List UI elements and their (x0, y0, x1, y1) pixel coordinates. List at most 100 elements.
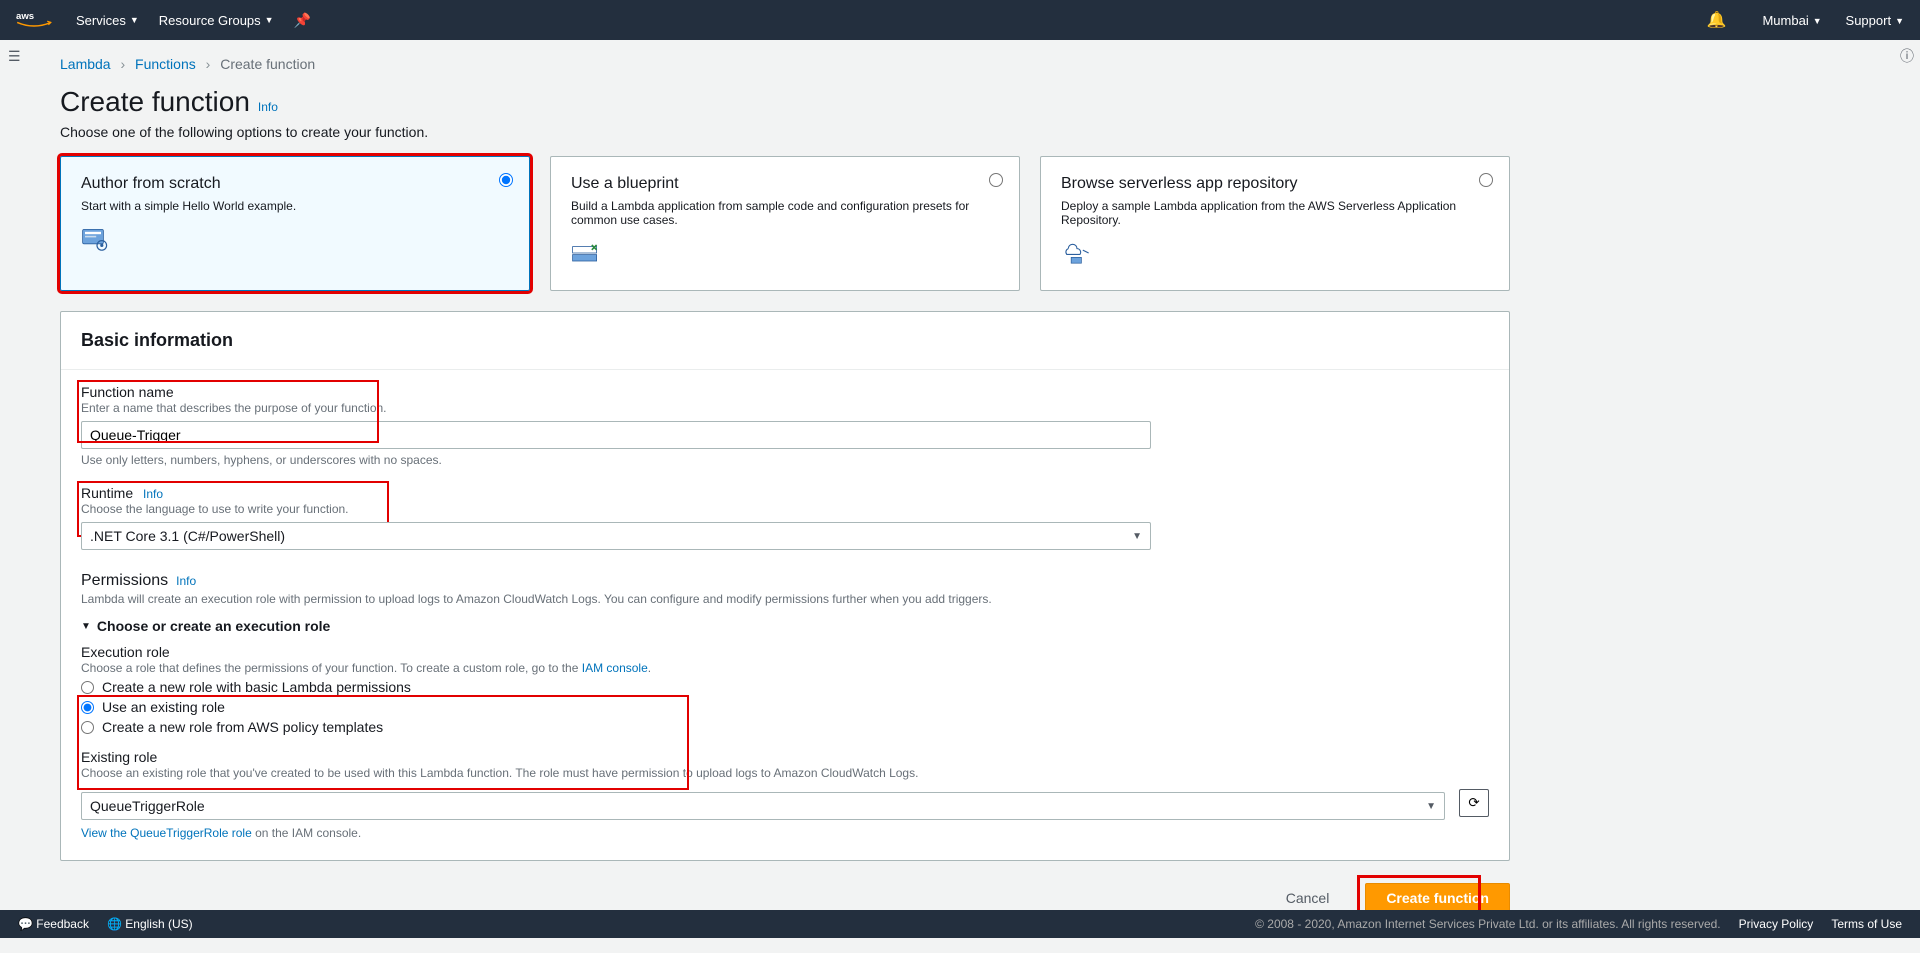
copyright-text: © 2008 - 2020, Amazon Internet Services … (1255, 917, 1721, 931)
chevron-right-icon: › (120, 56, 125, 72)
radio-use-existing[interactable]: Use an existing role (81, 699, 1489, 715)
breadcrumb-lambda[interactable]: Lambda (60, 56, 111, 72)
svg-text:aws: aws (16, 11, 34, 22)
function-name-input[interactable] (81, 421, 1151, 449)
option-author-from-scratch[interactable]: Author from scratch Start with a simple … (60, 156, 530, 291)
existing-role-value: QueueTriggerRole (90, 798, 205, 814)
runtime-label: Runtime Info (81, 485, 1489, 501)
iam-console-link[interactable]: IAM console (582, 661, 648, 675)
aws-logo[interactable]: aws (16, 9, 52, 31)
nav-region-label: Mumbai (1762, 13, 1808, 28)
help-info-icon[interactable]: ⓘ (1900, 46, 1914, 66)
option-desc: Deploy a sample Lambda application from … (1061, 199, 1489, 227)
chevron-right-icon: › (206, 56, 211, 72)
author-scratch-icon (81, 225, 113, 253)
blueprint-icon (571, 239, 603, 267)
radio-create-template-input[interactable] (81, 721, 94, 734)
refresh-roles-button[interactable]: ⟳ (1459, 789, 1489, 817)
function-name-group: Function name Enter a name that describe… (81, 384, 1489, 467)
runtime-sublabel: Choose the language to use to write your… (81, 502, 1489, 516)
nav-resource-groups[interactable]: Resource Groups ▼ (159, 13, 274, 28)
notifications-icon[interactable]: 🔔 (1707, 10, 1727, 30)
exec-role-desc-text: Choose a role that defines the permissio… (81, 661, 582, 675)
caret-down-icon: ▼ (130, 15, 139, 25)
feedback-label: Feedback (36, 917, 89, 931)
radio-create-basic[interactable]: Create a new role with basic Lambda perm… (81, 679, 1489, 695)
refresh-icon: ⟳ (1468, 795, 1479, 811)
create-options-row: Author from scratch Start with a simple … (60, 156, 1510, 291)
basic-information-panel: Basic information Function name Enter a … (60, 311, 1510, 861)
triangle-down-icon: ▼ (81, 621, 91, 632)
execution-role-label: Execution role (81, 644, 1489, 660)
option-serverless-repo[interactable]: Browse serverless app repository Deploy … (1040, 156, 1510, 291)
feedback-link[interactable]: 💬 Feedback (18, 917, 89, 931)
cancel-button[interactable]: Cancel (1266, 884, 1350, 912)
language-selector[interactable]: 🌐 English (US) (107, 917, 193, 931)
nav-support[interactable]: Support▼ (1846, 13, 1904, 28)
runtime-select[interactable]: .NET Core 3.1 (C#/PowerShell) ▼ (81, 522, 1151, 550)
existing-role-section: Use an existing role Create a new role f… (81, 699, 1489, 820)
caret-down-icon: ▼ (1132, 531, 1142, 542)
nav-pin-icon[interactable]: 📌 (294, 12, 311, 29)
main-content: Lambda › Functions › Create function Cre… (20, 40, 1550, 953)
bottom-bar: 💬 Feedback 🌐 English (US) © 2008 - 2020,… (0, 910, 1920, 938)
nav-region[interactable]: Mumbai ▼ (1762, 13, 1821, 28)
permissions-info-link[interactable]: Info (176, 574, 196, 588)
runtime-info-link[interactable]: Info (143, 487, 163, 501)
option-radio-serverless[interactable] (1479, 173, 1493, 187)
permissions-heading: Permissions Info (81, 572, 1489, 590)
view-role-line: View the QueueTriggerRole role on the IA… (81, 826, 1489, 840)
option-title: Use a blueprint (571, 175, 999, 193)
runtime-label-text: Runtime (81, 485, 133, 501)
page-title-info-link[interactable]: Info (258, 100, 278, 114)
function-name-sublabel: Enter a name that describes the purpose … (81, 401, 1489, 415)
radio-create-basic-input[interactable] (81, 681, 94, 694)
execution-role-desc: Choose a role that defines the permissio… (81, 661, 1489, 675)
nav-support-label: Support (1846, 13, 1892, 28)
page-subtitle: Choose one of the following options to c… (60, 124, 1510, 140)
breadcrumb: Lambda › Functions › Create function (60, 50, 1510, 78)
breadcrumb-functions[interactable]: Functions (135, 56, 196, 72)
radio-label: Use an existing role (102, 699, 225, 715)
option-desc: Start with a simple Hello World example. (81, 199, 509, 213)
permissions-desc: Lambda will create an execution role wit… (81, 592, 1489, 606)
nav-resource-groups-label: Resource Groups (159, 13, 261, 28)
existing-role-label: Existing role (81, 749, 1489, 765)
top-nav: aws Services ▼ Resource Groups ▼ 📌 🔔 Mumba… (0, 0, 1920, 40)
nav-services[interactable]: Services ▼ (76, 13, 139, 28)
view-role-link[interactable]: View the QueueTriggerRole role (81, 826, 252, 840)
option-radio-author[interactable] (499, 173, 513, 187)
option-use-blueprint[interactable]: Use a blueprint Build a Lambda applicati… (550, 156, 1020, 291)
existing-role-desc: Choose an existing role that you've crea… (81, 766, 1489, 780)
existing-role-select[interactable]: QueueTriggerRole ▼ (81, 792, 1445, 820)
breadcrumb-current: Create function (220, 56, 315, 72)
option-radio-blueprint[interactable] (989, 173, 1003, 187)
exec-role-toggle-label: Choose or create an execution role (97, 618, 330, 634)
nav-services-label: Services (76, 13, 126, 28)
terms-of-use-link[interactable]: Terms of Use (1831, 917, 1902, 931)
hamburger-icon[interactable]: ☰ (8, 48, 21, 65)
runtime-value: .NET Core 3.1 (C#/PowerShell) (90, 528, 285, 544)
language-label: English (US) (125, 917, 192, 931)
caret-down-icon: ▼ (1895, 16, 1904, 26)
page-title-text: Create function (60, 86, 250, 118)
page-title: Create function Info (60, 86, 1510, 118)
function-name-label: Function name (81, 384, 1489, 400)
exec-role-toggle[interactable]: ▼ Choose or create an execution role (81, 618, 1489, 634)
privacy-policy-link[interactable]: Privacy Policy (1739, 917, 1814, 931)
create-function-button[interactable]: Create function (1365, 883, 1510, 913)
panel-header: Basic information (61, 312, 1509, 370)
radio-label: Create a new role from AWS policy templa… (102, 719, 383, 735)
radio-label: Create a new role with basic Lambda perm… (102, 679, 411, 695)
caret-down-icon: ▼ (1426, 801, 1436, 812)
runtime-group: Runtime Info Choose the language to use … (81, 485, 1489, 550)
caret-down-icon: ▼ (265, 15, 274, 25)
radio-use-existing-input[interactable] (81, 701, 94, 714)
option-title: Author from scratch (81, 175, 509, 193)
option-desc: Build a Lambda application from sample c… (571, 199, 999, 227)
caret-down-icon: ▼ (1813, 16, 1822, 26)
permissions-label: Permissions (81, 572, 168, 590)
function-name-hint: Use only letters, numbers, hyphens, or u… (81, 453, 1489, 467)
view-role-suffix: on the IAM console. (252, 826, 361, 840)
radio-create-from-template[interactable]: Create a new role from AWS policy templa… (81, 719, 1489, 735)
